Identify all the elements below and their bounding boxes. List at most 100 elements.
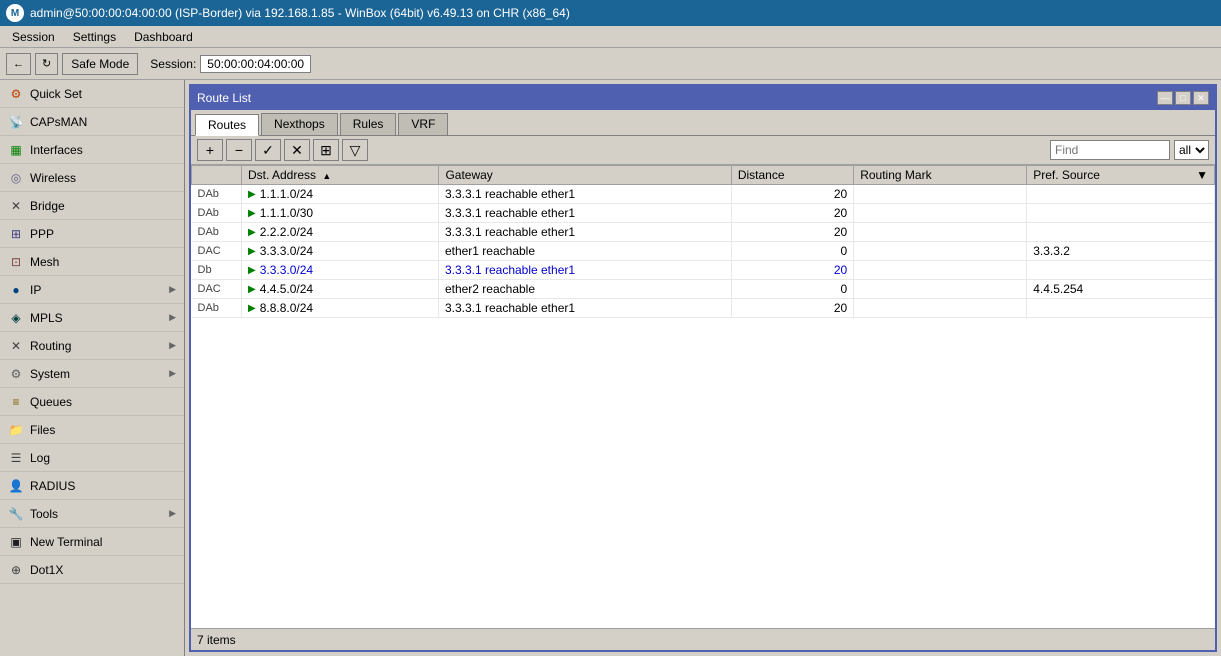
mpls-chevron-icon: ▶ <box>169 312 176 323</box>
find-select[interactable]: all <box>1174 140 1209 160</box>
routing-icon: ✕ <box>8 338 24 354</box>
sidebar-label-interfaces: Interfaces <box>30 143 83 157</box>
cell-dst: ▶4.4.5.0/24 <box>242 280 439 298</box>
sidebar-item-mpls[interactable]: ◈ MPLS ▶ <box>0 304 184 332</box>
cell-distance: 20 <box>731 261 853 280</box>
find-input[interactable] <box>1050 140 1170 160</box>
enable-button[interactable]: ✓ <box>255 139 281 161</box>
dropdown-icon[interactable]: ▼ <box>1196 168 1208 182</box>
back-button[interactable]: ← <box>6 53 31 75</box>
sidebar-label-wireless: Wireless <box>30 171 76 185</box>
sidebar-item-quick-set[interactable]: ⚙ Quick Set <box>0 80 184 108</box>
sidebar-item-queues[interactable]: ≡ Queues <box>0 388 184 416</box>
table-row[interactable]: DAb▶1.1.1.0/303.3.3.1 reachable ether120 <box>192 204 1215 223</box>
route-arrow-icon: ▶ <box>248 265 256 276</box>
disable-button[interactable]: ✕ <box>284 139 310 161</box>
sidebar-label-routing: Routing <box>30 339 71 353</box>
route-arrow-icon: ▶ <box>248 284 256 295</box>
cell-flags: DAC <box>192 242 242 261</box>
copy-button[interactable]: ⊞ <box>313 139 339 161</box>
cell-distance: 0 <box>731 242 853 261</box>
table-row[interactable]: DAC▶4.4.5.0/24ether2 reachable04.4.5.254 <box>192 280 1215 299</box>
maximize-button[interactable]: □ <box>1175 91 1191 105</box>
cell-flags: Db <box>192 261 242 280</box>
system-chevron-icon: ▶ <box>169 368 176 379</box>
filter-button[interactable]: ▽ <box>342 139 368 161</box>
route-arrow-icon: ▶ <box>248 208 256 219</box>
cell-routing-mark <box>854 261 1027 280</box>
close-button[interactable]: ✕ <box>1193 91 1209 105</box>
sidebar-item-new-terminal[interactable]: ▣ New Terminal <box>0 528 184 556</box>
cell-distance: 0 <box>731 280 853 299</box>
mpls-icon: ◈ <box>8 310 24 326</box>
log-icon: ☰ <box>8 450 24 466</box>
sidebar-label-new-terminal: New Terminal <box>30 535 102 549</box>
sidebar-item-mesh[interactable]: ⊡ Mesh <box>0 248 184 276</box>
table-row[interactable]: DAb▶2.2.2.0/243.3.3.1 reachable ether120 <box>192 223 1215 242</box>
menu-settings[interactable]: Settings <box>65 28 124 46</box>
col-pref-source[interactable]: Pref. Source ▼ <box>1027 166 1215 185</box>
sidebar-item-wireless[interactable]: ◎ Wireless <box>0 164 184 192</box>
route-window-titlebar: Route List — □ ✕ <box>191 86 1215 110</box>
sidebar-item-dot1x[interactable]: ⊕ Dot1X <box>0 556 184 584</box>
sidebar-item-interfaces[interactable]: ▦ Interfaces <box>0 136 184 164</box>
table-row[interactable]: DAC▶3.3.3.0/24ether1 reachable03.3.3.2 <box>192 242 1215 261</box>
sidebar-label-radius: RADIUS <box>30 479 75 493</box>
cell-flags: DAb <box>192 185 242 204</box>
status-bar: 7 items <box>191 628 1215 650</box>
sidebar-item-routing[interactable]: ✕ Routing ▶ <box>0 332 184 360</box>
sort-icon: ▲ <box>322 171 331 181</box>
route-table-container: Dst. Address ▲ Gateway Distance Routing … <box>191 165 1215 628</box>
cell-pref-source <box>1027 299 1215 318</box>
mesh-icon: ⊡ <box>8 254 24 270</box>
ppp-icon: ⊞ <box>8 226 24 242</box>
col-distance[interactable]: Distance <box>731 166 853 185</box>
radius-icon: 👤 <box>8 478 24 494</box>
system-icon: ⚙ <box>8 366 24 382</box>
sidebar-item-radius[interactable]: 👤 RADIUS <box>0 472 184 500</box>
sidebar-item-system[interactable]: ⚙ System ▶ <box>0 360 184 388</box>
col-gateway[interactable]: Gateway <box>439 166 731 185</box>
table-row[interactable]: Db▶3.3.3.0/243.3.3.1 reachable ether120 <box>192 261 1215 280</box>
cell-pref-source <box>1027 204 1215 223</box>
remove-button[interactable]: − <box>226 139 252 161</box>
sidebar-label-system: System <box>30 367 70 381</box>
sidebar-item-files[interactable]: 📁 Files <box>0 416 184 444</box>
route-table: Dst. Address ▲ Gateway Distance Routing … <box>191 165 1215 318</box>
refresh-icon: ↻ <box>42 57 51 70</box>
window-controls: — □ ✕ <box>1157 91 1209 105</box>
sidebar-item-capsman[interactable]: 📡 CAPsMAN <box>0 108 184 136</box>
cell-routing-mark <box>854 280 1027 299</box>
cell-distance: 20 <box>731 223 853 242</box>
add-button[interactable]: + <box>197 139 223 161</box>
sidebar-item-ppp[interactable]: ⊞ PPP <box>0 220 184 248</box>
minimize-button[interactable]: — <box>1157 91 1173 105</box>
col-dst[interactable]: Dst. Address ▲ <box>242 166 439 185</box>
sidebar-label-bridge: Bridge <box>30 199 65 213</box>
find-section: all <box>1050 140 1209 160</box>
tab-vrf[interactable]: VRF <box>398 113 448 135</box>
menu-dashboard[interactable]: Dashboard <box>126 28 201 46</box>
wireless-icon: ◎ <box>8 170 24 186</box>
tab-rules[interactable]: Rules <box>340 113 397 135</box>
cell-distance: 20 <box>731 185 853 204</box>
sidebar-item-log[interactable]: ☰ Log <box>0 444 184 472</box>
cell-dst: ▶1.1.1.0/24 <box>242 185 439 203</box>
table-row[interactable]: DAb▶1.1.1.0/243.3.3.1 reachable ether120 <box>192 185 1215 204</box>
refresh-button[interactable]: ↻ <box>35 53 58 75</box>
menu-session[interactable]: Session <box>4 28 63 46</box>
sidebar-label-tools: Tools <box>30 507 58 521</box>
safe-mode-button[interactable]: Safe Mode <box>62 53 138 75</box>
cell-pref-source: 3.3.3.2 <box>1027 242 1215 261</box>
sidebar-item-bridge[interactable]: ✕ Bridge <box>0 192 184 220</box>
sidebar-item-tools[interactable]: 🔧 Tools ▶ <box>0 500 184 528</box>
table-row[interactable]: DAb▶8.8.8.0/243.3.3.1 reachable ether120 <box>192 299 1215 318</box>
tab-routes[interactable]: Routes <box>195 114 259 136</box>
title-bar: M admin@50:00:00:04:00:00 (ISP-Border) v… <box>0 0 1221 26</box>
back-icon: ← <box>13 58 24 70</box>
tab-nexthops[interactable]: Nexthops <box>261 113 338 135</box>
sidebar-item-ip[interactable]: ● IP ▶ <box>0 276 184 304</box>
col-routing-mark[interactable]: Routing Mark <box>854 166 1027 185</box>
queues-icon: ≡ <box>8 394 24 410</box>
session-label: Session: <box>150 57 196 71</box>
